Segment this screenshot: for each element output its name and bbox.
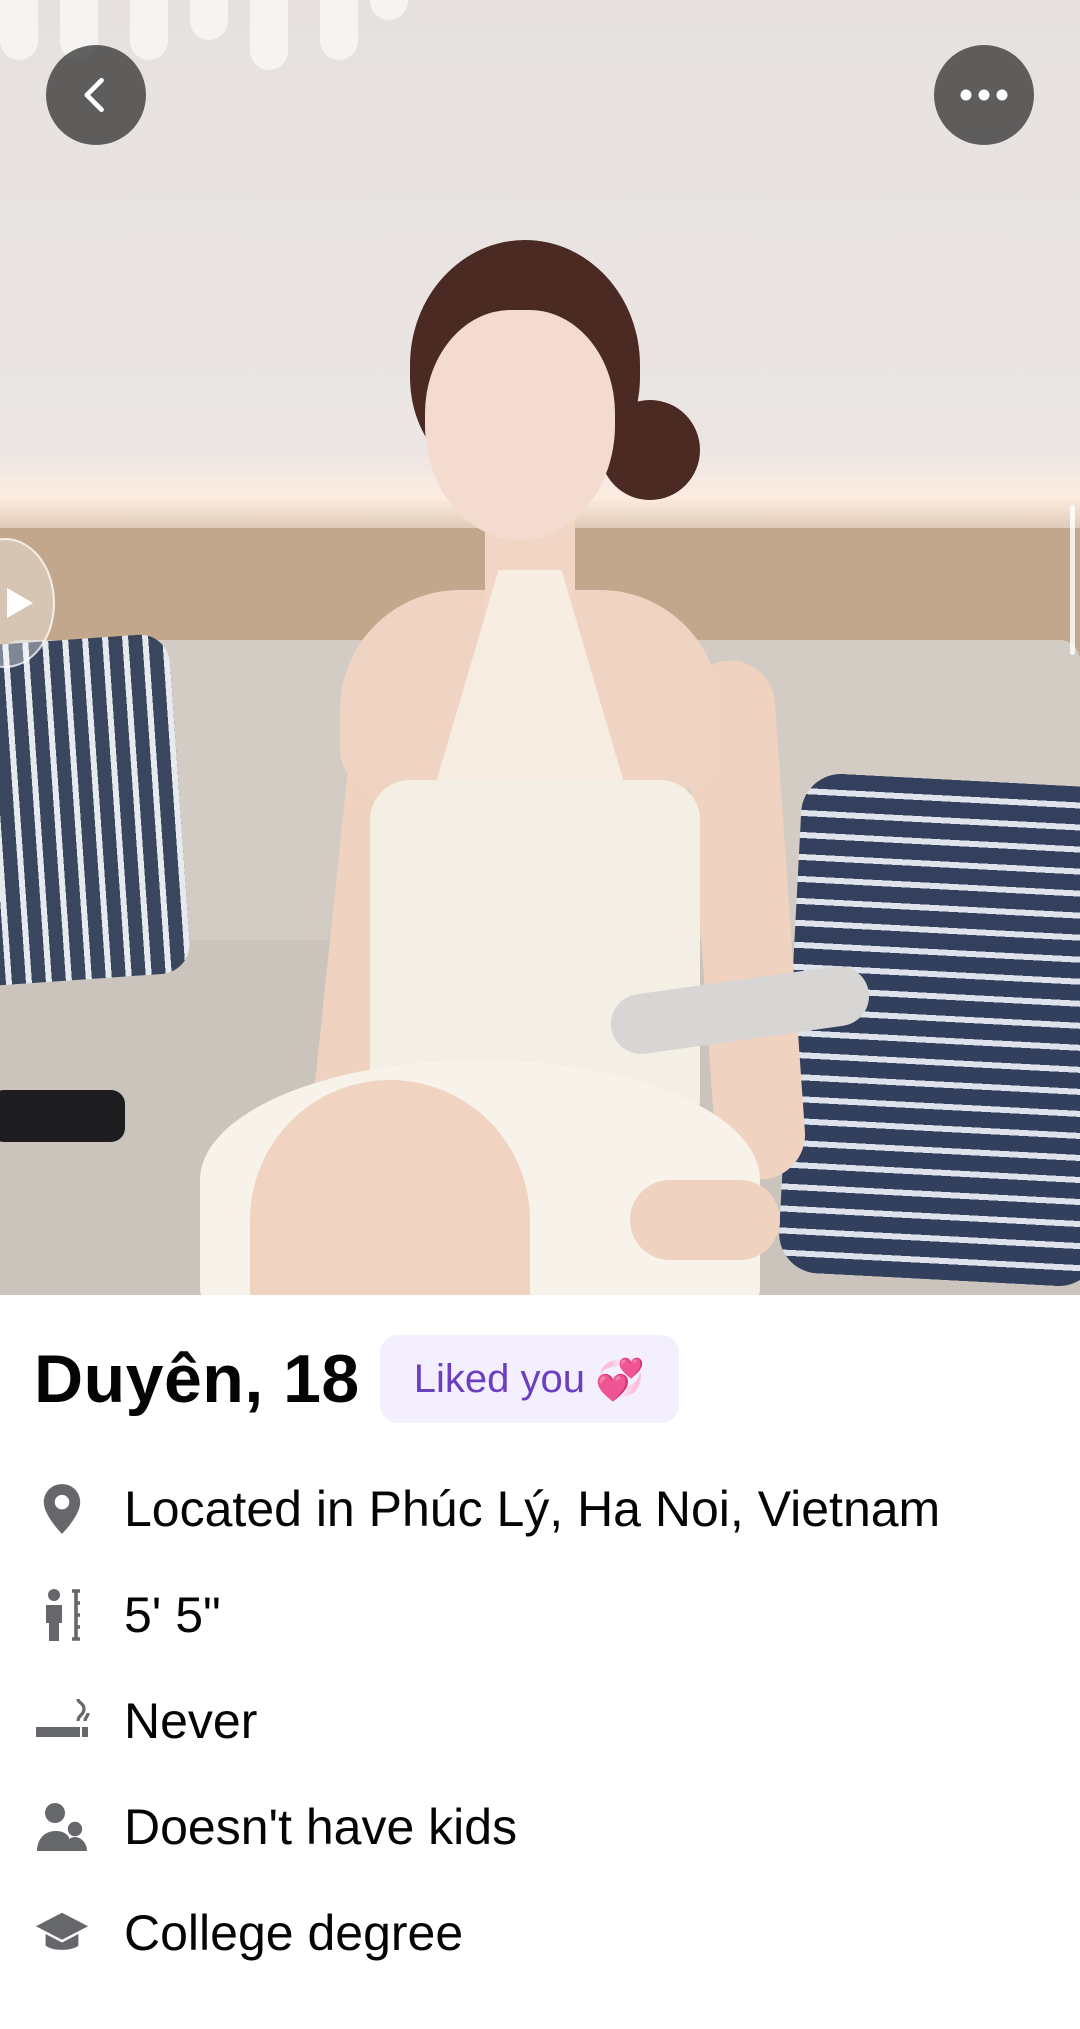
detail-kids: Doesn't have kids (34, 1798, 517, 1856)
detail-height: 5' 5" (34, 1586, 221, 1644)
location-text: Located in Phúc Lý, Ha Noi, Vietnam (124, 1481, 941, 1537)
profile-photo[interactable] (0, 0, 1080, 1295)
smoking-text: Never (124, 1693, 258, 1749)
smoking-icon (34, 1693, 90, 1749)
person-figure (200, 240, 840, 1295)
education-cap-icon (34, 1905, 90, 1961)
pillow-left (0, 632, 192, 988)
children-icon (34, 1799, 90, 1855)
play-icon (7, 588, 33, 618)
hearts-emoji: 💞 (594, 1357, 645, 1402)
chevron-left-icon (84, 77, 104, 113)
back-button[interactable] (46, 45, 146, 145)
location-pin-icon (34, 1481, 90, 1537)
profile-name-age: Duyên, 18 (34, 1341, 360, 1417)
kids-text: Doesn't have kids (124, 1799, 518, 1855)
more-horizontal-icon (960, 89, 1008, 101)
height-text: 5' 5" (124, 1587, 221, 1643)
liked-you-badge: Liked you 💞 (379, 1335, 679, 1423)
detail-smoking: Never (34, 1692, 257, 1750)
education-text: College degree (124, 1905, 464, 1961)
height-icon (34, 1587, 90, 1643)
more-options-button[interactable] (934, 45, 1034, 145)
liked-you-label: Liked you (413, 1356, 585, 1401)
detail-location: Located in Phúc Lý, Ha Noi, Vietnam (34, 1480, 940, 1538)
scroll-indicator (1070, 505, 1075, 655)
detail-education: College degree (34, 1904, 463, 1962)
